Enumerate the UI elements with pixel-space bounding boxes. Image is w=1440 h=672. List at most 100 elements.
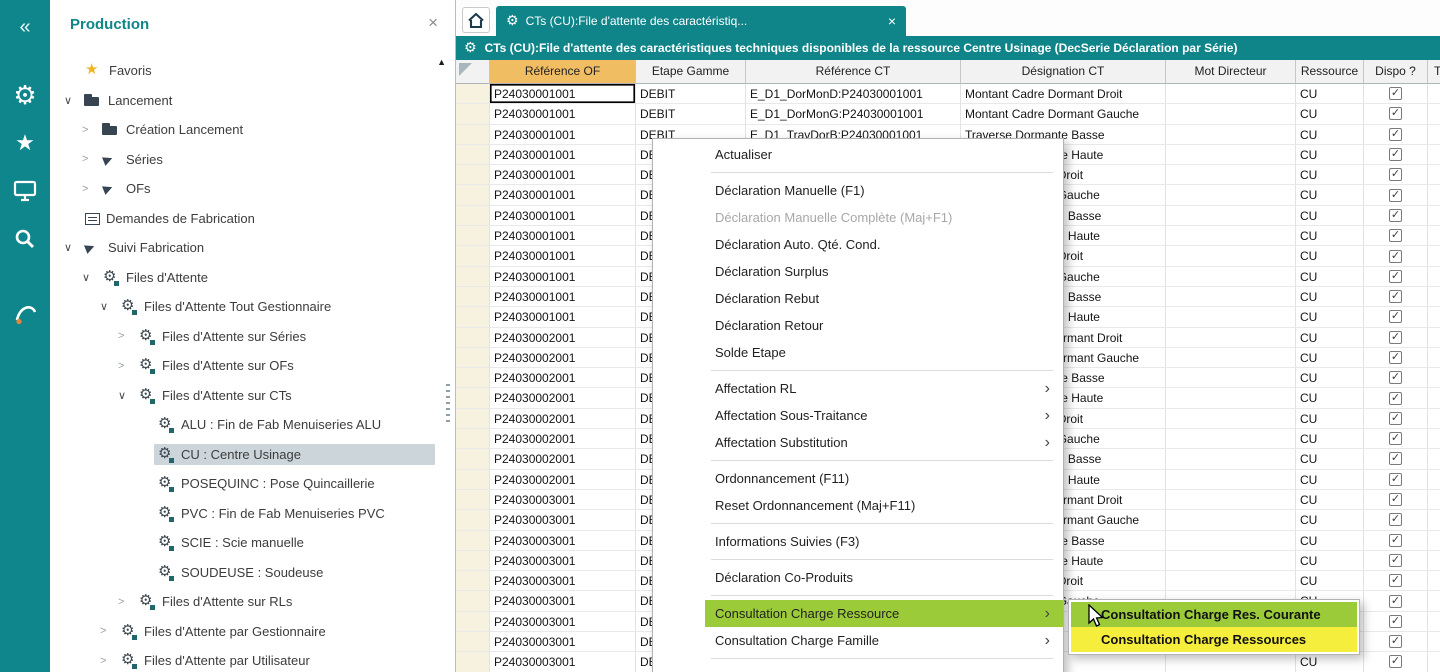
row-selector-cell[interactable] [456, 185, 490, 205]
collapse-panel-button[interactable] [0, 10, 50, 44]
column-header[interactable]: Désignation CT [961, 60, 1166, 84]
column-header[interactable]: Référence CT [746, 60, 961, 84]
dispo-checkbox[interactable]: ✓ [1389, 554, 1402, 567]
workstation-button[interactable] [0, 174, 50, 208]
dispo-checkbox[interactable]: ✓ [1389, 229, 1402, 242]
dispo-checkbox[interactable]: ✓ [1389, 655, 1402, 668]
row-selector-cell[interactable] [456, 307, 490, 327]
dispo-checkbox[interactable]: ✓ [1389, 270, 1402, 283]
nav-item[interactable]: ∨Files d'Attente [50, 263, 441, 293]
row-selector-cell[interactable] [456, 652, 490, 672]
nav-item[interactable]: CU : Centre Usinage [50, 440, 441, 470]
close-panel-icon[interactable]: × [428, 13, 438, 33]
menu-item[interactable]: Déclaration Auto. Qté. Cond. [653, 231, 1063, 258]
table-row[interactable]: P24030001001DEBITE_D1_DorMonD:P240300010… [456, 84, 1440, 104]
row-selector-cell[interactable] [456, 125, 490, 145]
dispo-checkbox[interactable]: ✓ [1389, 392, 1402, 405]
row-selector-cell[interactable] [456, 510, 490, 530]
row-selector-cell[interactable] [456, 551, 490, 571]
row-selector-cell[interactable] [456, 388, 490, 408]
row-selector-cell[interactable] [456, 84, 490, 104]
dispo-checkbox[interactable]: ✓ [1389, 189, 1402, 202]
tab-active[interactable]: CTs (CU):File d'attente des caractéristi… [496, 6, 906, 36]
nav-item[interactable]: ∨Lancement [50, 86, 441, 116]
row-selector-cell[interactable] [456, 632, 490, 652]
select-all-header[interactable] [456, 60, 490, 84]
row-selector-cell[interactable] [456, 490, 490, 510]
menu-item[interactable]: Affectation RL› [653, 375, 1063, 402]
row-selector-cell[interactable] [456, 104, 490, 124]
row-selector-cell[interactable] [456, 571, 490, 591]
nav-item[interactable]: >Création Lancement [50, 115, 441, 145]
menu-item[interactable]: Affectation Substitution› [653, 429, 1063, 456]
dispo-checkbox[interactable]: ✓ [1389, 493, 1402, 506]
row-selector-cell[interactable] [456, 226, 490, 246]
row-selector-cell[interactable] [456, 429, 490, 449]
nav-item[interactable]: SCIE : Scie manuelle [50, 528, 441, 558]
menu-item[interactable]: Ordonnancement (F11) [653, 465, 1063, 492]
dispo-checkbox[interactable]: ✓ [1389, 513, 1402, 526]
column-header[interactable]: Dispo ? [1364, 60, 1428, 84]
tab-close-icon[interactable]: × [888, 13, 896, 29]
chevron-expanded-icon[interactable]: ∨ [64, 94, 81, 107]
menu-item[interactable]: Déclaration Manuelle (F1) [653, 177, 1063, 204]
submenu-item[interactable]: Consultation Charge Res. Courante [1071, 602, 1357, 627]
dispo-checkbox[interactable]: ✓ [1389, 87, 1402, 100]
nav-item[interactable]: POSEQUINC : Pose Quincaillerie [50, 469, 441, 499]
dispo-checkbox[interactable]: ✓ [1389, 290, 1402, 303]
row-selector-cell[interactable] [456, 246, 490, 266]
column-header[interactable]: T [1428, 60, 1440, 84]
dispo-checkbox[interactable]: ✓ [1389, 128, 1402, 141]
row-selector-cell[interactable] [456, 449, 490, 469]
row-selector-cell[interactable] [456, 206, 490, 226]
chevron-collapsed-icon[interactable]: > [118, 330, 135, 342]
chevron-collapsed-icon[interactable]: > [100, 655, 117, 667]
menu-item[interactable]: Déclaration Co-Produits [653, 564, 1063, 591]
dispo-checkbox[interactable]: ✓ [1389, 473, 1402, 486]
nav-item[interactable]: >Séries [50, 145, 441, 175]
nav-item[interactable]: ∨Suivi Fabrication [50, 233, 441, 263]
row-selector-cell[interactable] [456, 348, 490, 368]
menu-item[interactable]: Affectation Sous-Traitance› [653, 402, 1063, 429]
dispo-checkbox[interactable]: ✓ [1389, 595, 1402, 608]
row-selector-cell[interactable] [456, 591, 490, 611]
row-selector-cell[interactable] [456, 328, 490, 348]
row-selector-cell[interactable] [456, 409, 490, 429]
dispo-checkbox[interactable]: ✓ [1389, 209, 1402, 222]
search-button[interactable] [0, 222, 50, 256]
menu-item[interactable]: Actualiser [653, 141, 1063, 168]
menu-item[interactable]: Solde Etape [653, 339, 1063, 366]
dispo-checkbox[interactable]: ✓ [1389, 310, 1402, 323]
submenu-item[interactable]: Consultation Charge Ressources [1071, 627, 1357, 652]
row-selector-cell[interactable] [456, 165, 490, 185]
menu-item[interactable]: Reset Ordonnancement (Maj+F11) [653, 492, 1063, 519]
row-selector-cell[interactable] [456, 531, 490, 551]
chevron-collapsed-icon[interactable]: > [100, 625, 117, 637]
settings-button[interactable] [0, 78, 50, 112]
menu-item[interactable]: Déclaration Surplus [653, 258, 1063, 285]
dispo-checkbox[interactable]: ✓ [1389, 412, 1402, 425]
chevron-expanded-icon[interactable]: ∨ [64, 241, 81, 254]
dispo-checkbox[interactable]: ✓ [1389, 452, 1402, 465]
chevron-expanded-icon[interactable]: ∨ [82, 271, 99, 284]
menu-item[interactable]: Déclaration Rebut [653, 285, 1063, 312]
column-header[interactable]: Etape Gamme [636, 60, 746, 84]
chevron-collapsed-icon[interactable]: > [82, 124, 99, 136]
menu-item[interactable]: Consultation Charge Ressource› [653, 600, 1063, 627]
panel-resize-grip[interactable] [446, 384, 450, 426]
chevron-expanded-icon[interactable]: ∨ [100, 300, 117, 313]
chevron-collapsed-icon[interactable]: > [118, 596, 135, 608]
nav-item[interactable]: >Files d'Attente par Gestionnaire [50, 617, 441, 647]
nav-item[interactable]: ALU : Fin de Fab Menuiseries ALU [50, 410, 441, 440]
nav-item[interactable]: SOUDEUSE : Soudeuse [50, 558, 441, 588]
production-module-button[interactable] [0, 296, 50, 330]
row-selector-cell[interactable] [456, 287, 490, 307]
menu-item[interactable]: Consultation Charge Famille› [653, 627, 1063, 654]
menu-item[interactable]: Déclaration Retour [653, 312, 1063, 339]
nav-item[interactable]: >OFs [50, 174, 441, 204]
dispo-checkbox[interactable]: ✓ [1389, 148, 1402, 161]
dispo-checkbox[interactable]: ✓ [1389, 615, 1402, 628]
row-selector-cell[interactable] [456, 470, 490, 490]
dispo-checkbox[interactable]: ✓ [1389, 534, 1402, 547]
nav-item[interactable]: ∨Files d'Attente sur CTs [50, 381, 441, 411]
